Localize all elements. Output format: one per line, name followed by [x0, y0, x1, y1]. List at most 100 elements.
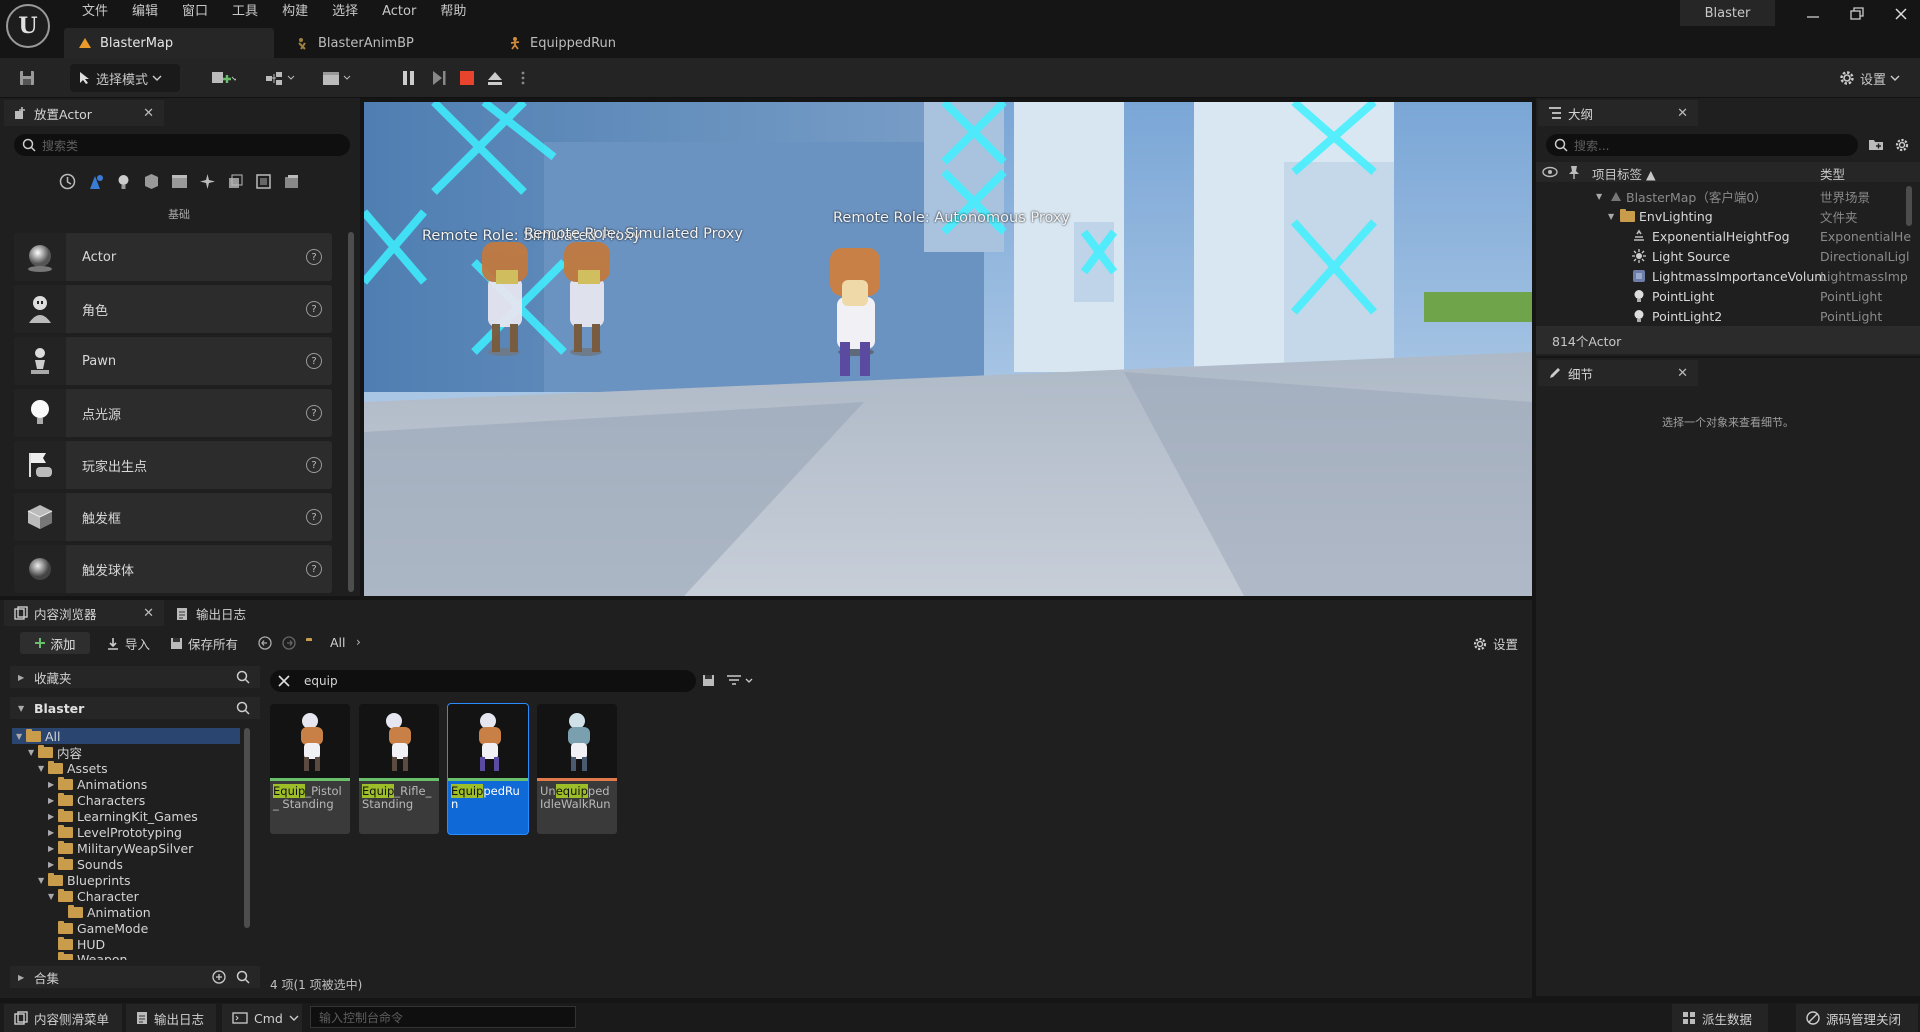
expand-arrow-icon[interactable]: ▼	[48, 892, 58, 901]
collapse-arrow-icon[interactable]: ▶	[48, 844, 58, 853]
save-search-icon[interactable]	[702, 674, 715, 687]
close-tab-icon[interactable]: ✕	[1677, 106, 1688, 121]
console-command-input[interactable]: 输入控制台命令	[310, 1006, 576, 1028]
favorites-section[interactable]: ▶ 收藏夹	[10, 666, 260, 688]
filter-icon[interactable]	[726, 674, 756, 688]
column-label[interactable]: 项目标签 ▲	[1592, 164, 1656, 183]
close-tab-icon[interactable]: ✕	[1677, 366, 1688, 381]
tab-equippedrun[interactable]: EquippedRun	[494, 28, 694, 58]
collapse-arrow-icon[interactable]: ▶	[48, 828, 58, 837]
search-icon[interactable]	[236, 701, 250, 715]
forward-arrow-icon[interactable]	[282, 636, 296, 650]
outliner-row[interactable]: ▼ EnvLighting 文件夹	[1536, 206, 1916, 226]
tree-item-all[interactable]: ▼ All	[12, 728, 240, 744]
actor-item-actor[interactable]: Actor ?	[14, 233, 332, 281]
menu-tools[interactable]: 工具	[220, 2, 270, 22]
actor-item-pawn[interactable]: Pawn ?	[14, 337, 332, 385]
asset-tile[interactable]: Equip_Rifle_ Standing	[359, 704, 439, 834]
breadcrumb-all[interactable]: All	[330, 635, 346, 650]
selection-mode-dropdown[interactable]: 选择模式	[70, 64, 180, 92]
volumes-category-icon[interactable]	[226, 172, 245, 191]
tree-item-sounds[interactable]: ▶ Sounds	[12, 856, 240, 872]
tree-item-animation[interactable]: Animation	[12, 904, 240, 920]
expand-arrow-icon[interactable]: ▼	[1608, 212, 1618, 221]
add-button[interactable]: 添加	[20, 632, 90, 654]
import-button[interactable]: 导入	[106, 634, 150, 653]
eject-button[interactable]	[486, 64, 504, 92]
level-viewport[interactable]: Remote Role: Simulated Proxy Remote Role…	[364, 102, 1532, 596]
tree-item-content[interactable]: ▼ 内容	[12, 744, 240, 761]
expand-arrow-icon[interactable]: ▼	[1596, 192, 1606, 201]
save-all-button[interactable]: 保存所有	[170, 634, 238, 653]
content-settings-button[interactable]: 设置	[1472, 634, 1518, 653]
scrollbar[interactable]	[348, 232, 354, 592]
lights-category-icon[interactable]	[114, 172, 133, 191]
outliner-tab[interactable]: 大纲 ✕	[1538, 100, 1698, 126]
collapse-arrow-icon[interactable]: ▶	[48, 860, 58, 869]
place-actors-tab[interactable]: 放置Actor ✕	[4, 100, 164, 126]
play-options-button[interactable]	[520, 64, 526, 92]
tab-blasteranimbp[interactable]: BlasterAnimBP	[282, 28, 482, 58]
panel-options-icon[interactable]	[282, 172, 301, 191]
asset-tile[interactable]: Equip_Pistol_ Standing	[270, 704, 350, 834]
visual-effects-category-icon[interactable]	[198, 172, 217, 191]
clear-search-icon[interactable]	[278, 675, 290, 687]
menu-actor[interactable]: Actor	[370, 2, 428, 22]
help-icon[interactable]: ?	[306, 249, 322, 265]
scrollbar[interactable]	[244, 728, 250, 928]
help-icon[interactable]: ?	[306, 509, 322, 525]
scrollbar[interactable]	[1906, 186, 1912, 226]
collections-section[interactable]: ▶ 合集	[10, 966, 260, 988]
help-icon[interactable]: ?	[306, 561, 322, 577]
cinematics-dropdown[interactable]	[320, 64, 354, 92]
pause-button[interactable]	[400, 64, 418, 92]
step-frame-button[interactable]	[430, 64, 448, 92]
tab-blastermap[interactable]: BlasterMap	[64, 28, 274, 58]
visibility-eye-icon[interactable]	[1542, 166, 1558, 178]
search-icon[interactable]	[236, 670, 250, 684]
help-icon[interactable]: ?	[306, 353, 322, 369]
tree-item-character[interactable]: ▼ Character	[12, 888, 240, 904]
unreal-logo[interactable]: U	[6, 4, 50, 48]
back-arrow-icon[interactable]	[258, 636, 272, 650]
help-icon[interactable]: ?	[306, 457, 322, 473]
collapse-arrow-icon[interactable]: ▶	[48, 780, 58, 789]
column-type[interactable]: 类型	[1820, 164, 1845, 183]
output-log-button[interactable]: 输出日志	[126, 1004, 216, 1032]
derived-data-button[interactable]: 派生数据	[1672, 1004, 1768, 1032]
pin-icon[interactable]	[1568, 165, 1580, 179]
expand-arrow-icon[interactable]: ▼	[28, 748, 38, 757]
tree-item-gamemode[interactable]: GameMode	[12, 920, 240, 936]
actor-item-trigger-sphere[interactable]: 触发球体 ?	[14, 545, 332, 593]
menu-file[interactable]: 文件	[70, 2, 120, 22]
tree-item-blueprints[interactable]: ▼ Blueprints	[12, 872, 240, 888]
close-tab-icon[interactable]: ✕	[143, 106, 154, 121]
outliner-row[interactable]: ExponentialHeightFog ExponentialHe	[1536, 226, 1916, 246]
tree-item-animations[interactable]: ▶ Animations	[12, 776, 240, 792]
asset-tile[interactable]: Unequipped IdleWalkRun	[537, 704, 617, 834]
close-window-button[interactable]	[1878, 0, 1920, 28]
collapse-arrow-icon[interactable]: ▶	[48, 812, 58, 821]
blueprint-dropdown[interactable]	[264, 64, 298, 92]
content-drawer-button[interactable]: 内容侧滑菜单	[4, 1004, 122, 1032]
restore-button[interactable]	[1834, 0, 1880, 28]
close-tab-icon[interactable]: ✕	[143, 606, 154, 621]
shapes-category-icon[interactable]	[142, 172, 161, 191]
outliner-row[interactable]: PointLight PointLight	[1536, 286, 1916, 306]
source-control-button[interactable]: 源码管理关闭	[1796, 1004, 1918, 1032]
tree-item-learningkit[interactable]: ▶ LearningKit_Games	[12, 808, 240, 824]
gear-icon[interactable]	[1894, 137, 1910, 153]
breadcrumb-chevron-icon[interactable]: ›	[356, 635, 361, 649]
outliner-row[interactable]: LightmassImportanceVolum LightmassImp	[1536, 266, 1916, 286]
expand-arrow-icon[interactable]: ▼	[38, 876, 48, 885]
menu-edit[interactable]: 编辑	[120, 2, 170, 22]
project-section[interactable]: ▼ Blaster	[10, 697, 260, 719]
all-classes-category-icon[interactable]	[254, 172, 273, 191]
expand-arrow-icon[interactable]: ▼	[16, 732, 26, 741]
outliner-row[interactable]: PointLight2 PointLight	[1536, 306, 1916, 326]
actor-item-trigger-box[interactable]: 触发框 ?	[14, 493, 332, 541]
outliner-search-input[interactable]: 搜索...	[1546, 134, 1858, 156]
recent-icon[interactable]	[58, 172, 77, 191]
stop-button[interactable]	[458, 64, 476, 92]
class-search-input[interactable]: 搜索类	[14, 134, 350, 156]
